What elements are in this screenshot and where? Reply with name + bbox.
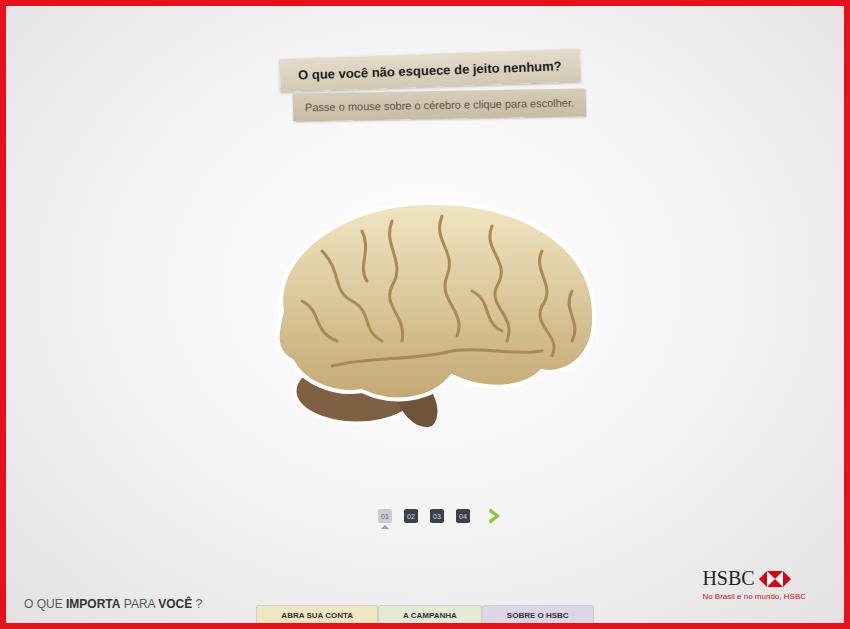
footer-tab[interactable]: ABRA SUA CONTA bbox=[256, 605, 378, 623]
question-title: O que você não esquece de jeito nenhum? bbox=[280, 49, 581, 92]
tagline-part: PARA bbox=[120, 597, 158, 611]
page-marker bbox=[459, 525, 467, 529]
page-button[interactable]: 03 bbox=[430, 509, 444, 523]
page-item: 02 bbox=[404, 509, 418, 529]
tagline-part: O QUE bbox=[24, 597, 66, 611]
footer: O QUE IMPORTA PARA VOCÊ ?ABRA SUA CONTAA… bbox=[6, 567, 844, 623]
brain-image[interactable] bbox=[242, 191, 602, 441]
page-item: 01 bbox=[378, 509, 392, 529]
page-item: 04 bbox=[456, 509, 470, 529]
hexagon-logo-icon bbox=[759, 571, 791, 587]
brand-logo[interactable]: HSBC bbox=[702, 567, 790, 590]
tagline-part: VOCÊ bbox=[158, 597, 192, 611]
question-hint: Passe o mouse sobre o cérebro e clique p… bbox=[293, 88, 586, 121]
page-button[interactable]: 02 bbox=[404, 509, 418, 523]
page-marker bbox=[433, 525, 441, 529]
page-button[interactable]: 04 bbox=[456, 509, 470, 523]
tagline-part: ? bbox=[192, 597, 202, 611]
brand: HSBC No Brasil e no mundo, HSBC bbox=[702, 567, 844, 623]
footer-tabs: ABRA SUA CONTAA CAMPANHASOBRE O HSBC bbox=[256, 605, 593, 623]
next-arrow-icon[interactable] bbox=[488, 507, 502, 525]
brand-slogan: No Brasil e no mundo, HSBC bbox=[702, 592, 806, 601]
page-marker bbox=[381, 525, 389, 529]
page-frame: O que você não esquece de jeito nenhum?P… bbox=[0, 0, 850, 629]
brand-name: HSBC bbox=[702, 567, 754, 590]
page-button[interactable]: 01 bbox=[378, 509, 392, 523]
footer-tab[interactable]: SOBRE O HSBC bbox=[482, 605, 594, 623]
page-item: 03 bbox=[430, 509, 444, 529]
page-marker bbox=[407, 525, 415, 529]
footer-tab[interactable]: A CAMPANHA bbox=[378, 605, 482, 623]
pager: 01 02 03 04 bbox=[6, 509, 844, 529]
brain-area bbox=[6, 191, 844, 441]
question-header: O que você não esquece de jeito nenhum?P… bbox=[6, 6, 844, 119]
tagline: O QUE IMPORTA PARA VOCÊ ? bbox=[6, 597, 256, 623]
tagline-part: IMPORTA bbox=[66, 597, 120, 611]
